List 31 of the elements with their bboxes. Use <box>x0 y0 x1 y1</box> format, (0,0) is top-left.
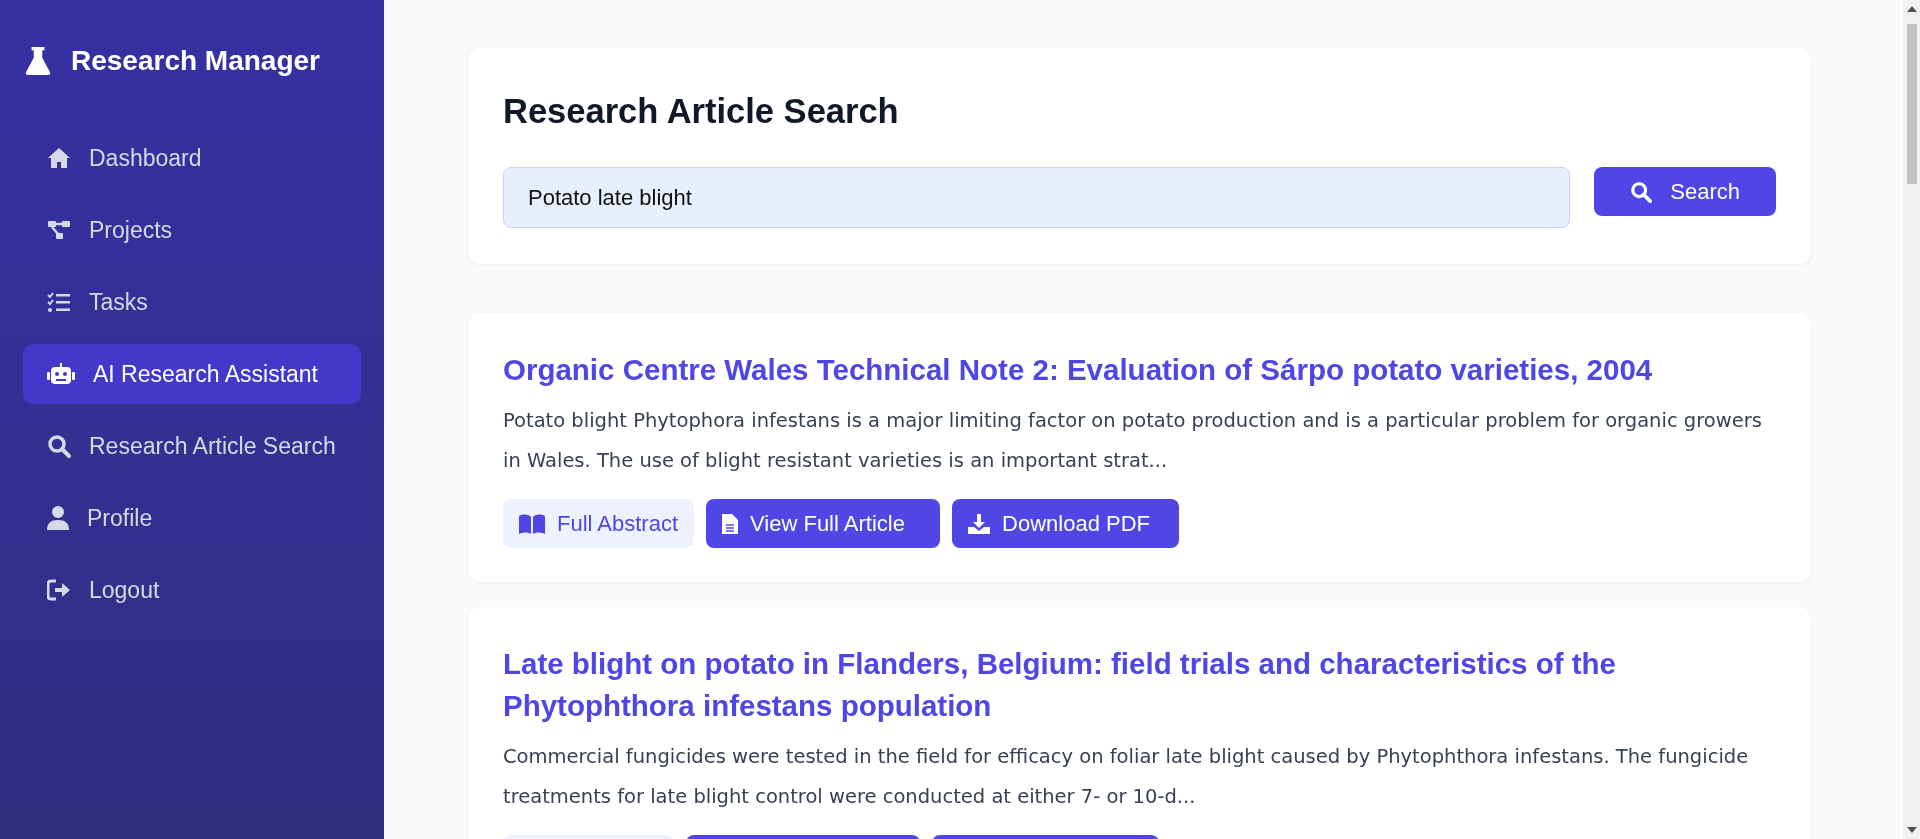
search-button[interactable]: Search <box>1594 167 1776 216</box>
download-button[interactable]: Download PDF <box>952 499 1180 548</box>
checklist-icon <box>47 291 71 313</box>
robot-icon <box>47 363 75 385</box>
article-title[interactable]: Organic Centre Wales Technical Note 2: Evaluation of Sárpo potato varieties, 2004 <box>503 349 1776 391</box>
app-title: Research Manager <box>71 45 320 77</box>
full-abstract-button[interactable]: Full Abstract <box>503 499 695 548</box>
nav-item[interactable]: Projects <box>23 200 361 260</box>
nav-item[interactable]: Research Article Search <box>23 416 361 476</box>
view-article-button[interactable]: View Full Article <box>706 499 941 548</box>
page-title: Research Article Search <box>503 92 900 131</box>
user-icon <box>47 506 69 530</box>
search-icon <box>1630 180 1653 203</box>
article-title[interactable]: Late blight on potato in Flanders, Belgium: field trials and characteristics of the Phytophthora infestans population <box>503 643 1776 727</box>
nav-item[interactable]: AI Research Assistant <box>23 344 361 404</box>
document-icon <box>722 513 739 534</box>
article-abstract: Commercial fungicides were tested in the field for efficacy on foliar late blight caused by Phytophthora infestans. The fungicide treatments for late blight control were conducted at either 7- or 10-d... <box>503 744 1750 810</box>
article-abstract: Potato blight Phytophora infestans is a major limiting factor on potato production and is a particular problem for organic growers in Wales. The use of blight resistant varieties is an important strat... <box>503 408 1763 474</box>
nav-item[interactable]: Profile <box>23 488 361 548</box>
nav-item[interactable]: Logout <box>23 560 361 620</box>
logout-icon <box>47 579 71 601</box>
download-icon <box>968 513 991 534</box>
home-icon <box>47 147 71 169</box>
diagram-icon <box>47 219 71 241</box>
book-icon <box>519 513 545 534</box>
scrollbar[interactable] <box>1903 0 1920 839</box>
nav-item[interactable]: Tasks <box>23 272 361 332</box>
search-field[interactable]: Potato late blight <box>503 167 1571 228</box>
search-icon <box>47 434 71 458</box>
nav-item[interactable]: Dashboard <box>23 128 361 188</box>
flask-icon <box>25 46 51 76</box>
